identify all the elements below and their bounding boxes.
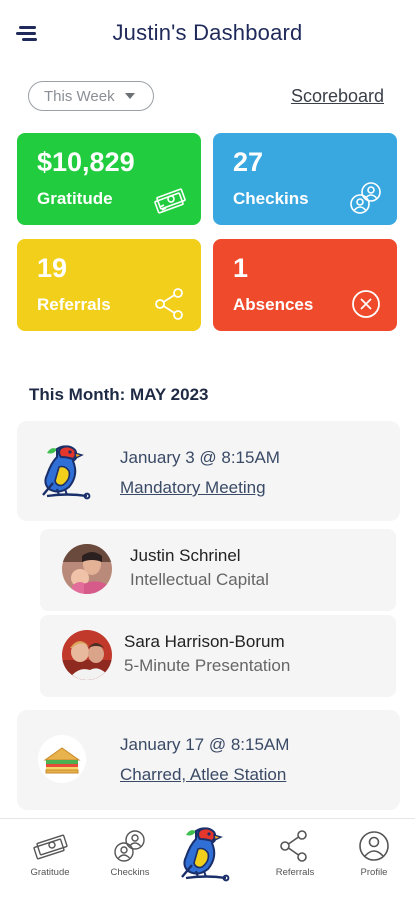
event-date: January 17 @ 8:15AM [120, 735, 290, 754]
bird-logo-icon [181, 827, 230, 882]
month-section-title: This Month: MAY 2023 [29, 385, 209, 404]
nav-item-gratitude[interactable]: Gratitude [15, 829, 85, 878]
nav-item-referrals[interactable]: Referrals [260, 829, 330, 878]
gratitude-value: $10,829 [37, 147, 135, 177]
presenter-name: Sara Harrison-Borum [124, 632, 285, 651]
bird-logo-icon [42, 445, 91, 500]
absences-value: 1 [233, 253, 249, 283]
checkins-icon [350, 182, 381, 214]
money-icon [33, 834, 68, 860]
nav-item-checkins[interactable]: Checkins [95, 829, 165, 878]
event-card[interactable]: January 3 @ 8:15AM Mandatory Meeting [17, 421, 400, 521]
nav-label: Profile [360, 867, 388, 878]
presenter-role: Intellectual Capital [130, 570, 269, 589]
checkins-tile[interactable]: 27 Checkins [213, 133, 397, 225]
event-card[interactable]: January 17 @ 8:15AM Charred, Atlee Stati… [17, 710, 400, 810]
profile-icon [359, 831, 389, 861]
absences-label: Absences [233, 295, 314, 314]
scoreboard-link[interactable]: Scoreboard [291, 86, 384, 107]
referrals-tile[interactable]: 19 Referrals [17, 239, 201, 331]
checkins-icon [114, 830, 145, 862]
referrals-label: Referrals [37, 295, 111, 314]
nav-label: Referrals [275, 867, 315, 878]
checkins-label: Checkins [233, 189, 309, 208]
absences-tile[interactable]: 1 Absences [213, 239, 397, 331]
bottom-nav: Gratitude Checkins Referrals Profile [0, 818, 415, 900]
checkins-value: 27 [233, 147, 264, 177]
referrals-value: 19 [37, 253, 68, 283]
sandwich-icon [38, 735, 86, 783]
nav-label: Checkins [110, 867, 150, 878]
presenter-card[interactable]: Sara Harrison-Borum 5-Minute Presentatio… [40, 615, 396, 697]
avatar [62, 630, 112, 680]
presenter-name: Justin Schrinel [130, 546, 241, 565]
nav-item-profile[interactable]: Profile [339, 829, 409, 878]
period-dropdown[interactable]: This Week [28, 81, 154, 111]
event-date: January 3 @ 8:15AM [120, 448, 280, 467]
gratitude-label: Gratitude [37, 189, 113, 208]
page-title: Justin's Dashboard [112, 20, 303, 45]
share-icon [155, 288, 183, 320]
nav-item-home[interactable] [172, 821, 242, 885]
app-header: Justin's Dashboard [0, 0, 415, 70]
event-name-link[interactable]: Mandatory Meeting [120, 478, 266, 498]
period-dropdown-value: This Week [44, 87, 115, 105]
chevron-down-icon [124, 93, 135, 99]
presenter-card[interactable]: Justin Schrinel Intellectual Capital [40, 529, 396, 611]
share-icon [280, 830, 307, 862]
gratitude-tile[interactable]: $10,829 Gratitude [17, 133, 201, 225]
money-icon [154, 188, 186, 214]
avatar [62, 544, 112, 594]
event-name-link[interactable]: Charred, Atlee Station [120, 765, 286, 785]
close-circle-icon [352, 290, 380, 318]
presenter-role: 5-Minute Presentation [124, 656, 291, 675]
nav-label: Gratitude [30, 867, 70, 878]
